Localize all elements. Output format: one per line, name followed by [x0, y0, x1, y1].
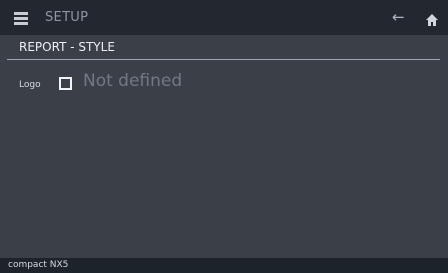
page-title: SETUP	[45, 10, 89, 25]
logo-label: Logo	[19, 80, 41, 90]
setup-screen: SETUP ← REPORT - STYLE Logo Not defined …	[0, 0, 448, 273]
top-bar: SETUP ←	[0, 0, 448, 35]
logo-value: Not defined	[83, 71, 183, 91]
home-icon[interactable]	[426, 11, 438, 26]
logo-checkbox[interactable]	[59, 77, 72, 90]
back-arrow-icon[interactable]: ←	[392, 8, 405, 26]
section-divider	[7, 59, 440, 60]
device-name: compact NX5	[8, 260, 69, 270]
menu-icon[interactable]	[14, 12, 28, 25]
status-footer: compact NX5	[0, 258, 448, 273]
section-title: REPORT - STYLE	[19, 40, 115, 54]
